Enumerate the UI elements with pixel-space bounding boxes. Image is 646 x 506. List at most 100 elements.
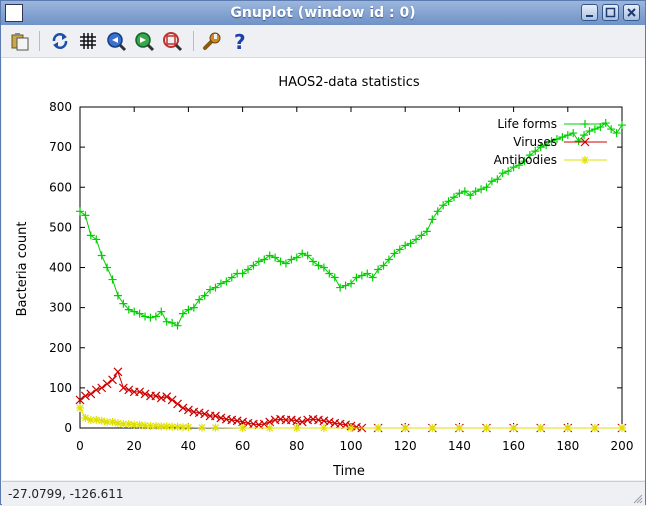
previous-zoom-icon [107,32,127,52]
close-button[interactable] [623,4,640,21]
previous-zoom-button[interactable] [105,30,127,52]
data-point [108,275,117,284]
autoscale-icon [163,32,183,52]
replot-button[interactable] [49,30,71,52]
data-point [536,424,545,432]
data-point [184,423,193,432]
data-point [211,423,220,432]
data-point [428,215,437,224]
data-point [254,257,263,266]
data-point [92,235,101,244]
data-point [178,309,187,318]
x-tick-label: 20 [127,439,142,453]
data-point [477,185,486,194]
legend-label: Viruses [513,135,557,149]
grid-button[interactable] [77,30,99,52]
data-point [197,423,206,432]
data-point [249,261,258,270]
data-point [401,424,410,432]
data-point [347,424,355,432]
data-point [563,131,572,140]
data-point [368,273,377,282]
help-icon: ? [234,30,246,52]
x-tick-label: 160 [502,439,525,453]
data-point [195,295,204,304]
data-point [216,279,225,288]
data-point [482,424,491,432]
data-point [455,189,464,198]
data-point [618,121,626,130]
data-point [265,251,274,260]
series-line [79,370,622,429]
x-tick-label: 120 [394,439,417,453]
minimize-icon [586,15,593,17]
data-point [569,129,578,138]
maximize-icon [605,7,616,18]
x-tick-label: 80 [289,439,304,453]
data-point [341,281,350,290]
data-point [406,239,415,248]
data-point [108,417,117,426]
data-point [292,424,301,432]
plot-canvas[interactable]: 0 20 40 60 80 100 120 140 160 180 200 0 100 200 300 400… [2,58,645,480]
autoscale-button[interactable] [161,30,183,52]
resize-grip-icon[interactable] [631,492,643,504]
data-point [130,307,139,316]
data-point [585,127,594,136]
data-point [86,231,95,240]
toolbar: ? [1,25,645,58]
data-point [412,235,421,244]
next-zoom-button[interactable] [133,30,155,52]
data-point [184,305,193,314]
data-point [222,277,231,286]
data-point [265,424,274,432]
settings-button[interactable] [201,30,223,52]
x-tick-label: 200 [611,439,634,453]
minimize-button[interactable] [581,4,598,21]
y-tick-label: 800 [49,100,72,114]
y-tick-label: 300 [49,301,72,315]
data-point [287,255,296,264]
data-point [330,273,339,282]
title-bar[interactable]: Gnuplot (window id : 0) [1,1,645,25]
x-tick-label: 140 [448,439,471,453]
data-point [173,399,182,409]
data-point [76,403,84,412]
toolbar-separator [39,31,40,51]
replot-icon [52,33,68,49]
copy-to-clipboard-button[interactable] [9,30,31,52]
data-point [238,424,247,432]
legend-marker [581,156,589,164]
data-point [189,303,198,312]
data-point [238,269,247,278]
window-title: Gnuplot (window id : 0) [230,5,416,21]
data-point [374,265,383,274]
data-point [244,265,253,274]
x-axis-label: Time [332,464,365,479]
data-point [260,255,269,264]
y-tick-label: 200 [49,341,72,355]
settings-wrench-icon [203,32,221,50]
data-point [97,251,106,260]
data-point [444,197,453,206]
maximize-button[interactable] [602,4,619,21]
series-antibodies [76,403,626,432]
data-point [563,424,572,432]
data-point [319,424,328,432]
data-point [298,249,307,258]
data-point [281,259,290,268]
series-viruses [75,367,627,433]
data-point [374,424,383,432]
x-tick-label: 180 [556,439,579,453]
data-point [97,416,106,425]
data-point [612,129,621,138]
data-point [102,379,112,389]
data-point [103,263,112,272]
chart-svg: 0 20 40 60 80 100 120 140 160 180 200 0 100 200 300 400… [15,75,634,479]
data-point [618,424,626,432]
help-button[interactable]: ? [229,30,251,52]
data-point [113,291,122,300]
y-tick-label: 500 [49,220,72,234]
data-point [401,241,410,250]
data-point [271,253,280,262]
